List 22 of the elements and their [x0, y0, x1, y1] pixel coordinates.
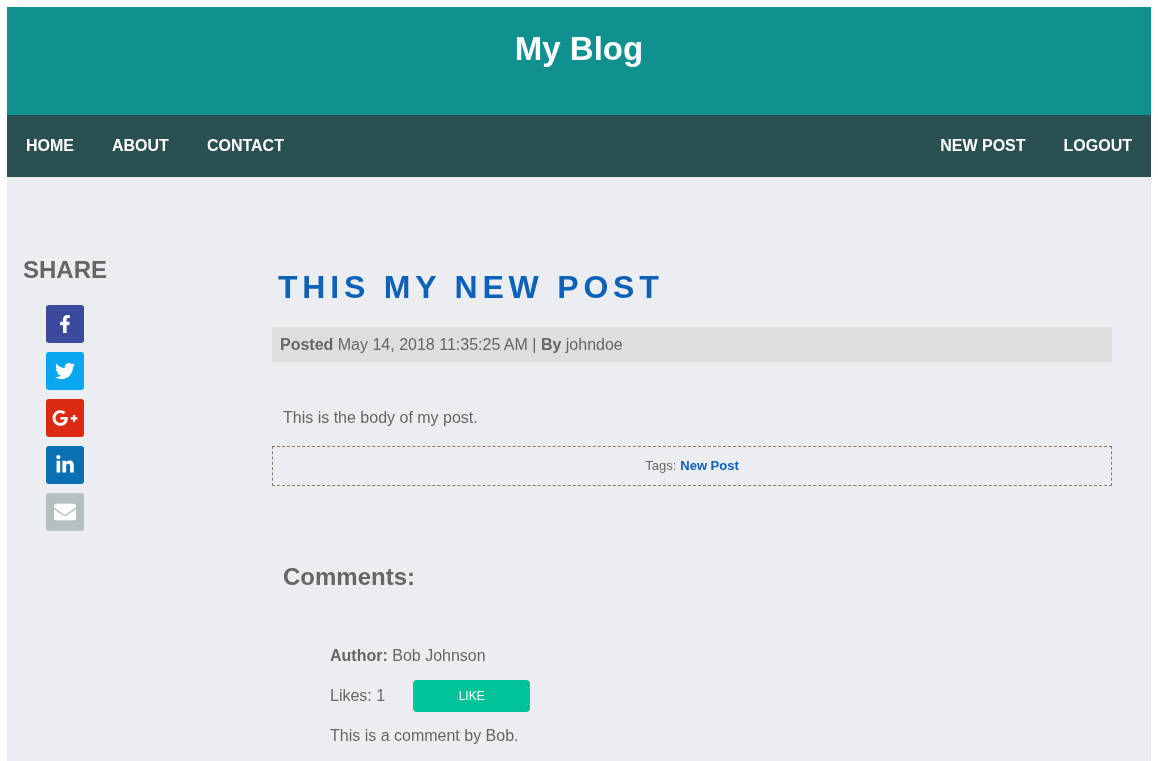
comments-heading: Comments:: [282, 562, 416, 592]
bird-icon: [55, 361, 75, 381]
tags-label: Tags:: [645, 457, 677, 476]
comment-author: Author: Bob Johnson: [330, 646, 487, 666]
likes-count: Likes: 1: [330, 686, 386, 706]
share-button[interactable]: [46, 446, 84, 484]
nav-link[interactable]: ABOUT: [112, 134, 169, 158]
nav-link[interactable]: LOGOUT: [1063, 134, 1132, 158]
nav-link[interactable]: CONTACT: [206, 134, 284, 158]
envelope-icon: [54, 501, 76, 523]
post-body: This is the body of my post.: [282, 408, 479, 428]
share-heading: SHARE: [23, 256, 108, 284]
tag-link[interactable]: New Post: [680, 456, 739, 476]
linkedin-icon: [55, 455, 75, 475]
share-button[interactable]: [46, 399, 84, 437]
nav-link[interactable]: NEW POST: [940, 134, 1026, 158]
share-button[interactable]: [46, 305, 84, 343]
comment-text: This is a comment by Bob.: [330, 726, 520, 746]
post-meta: Posted May 14, 2018 11:35:25 AM | By johndoe: [280, 334, 623, 355]
site-title: My Blog: [514, 29, 644, 69]
nav-link[interactable]: HOME: [26, 134, 74, 158]
post-title: THIS MY NEW POST: [277, 268, 665, 307]
